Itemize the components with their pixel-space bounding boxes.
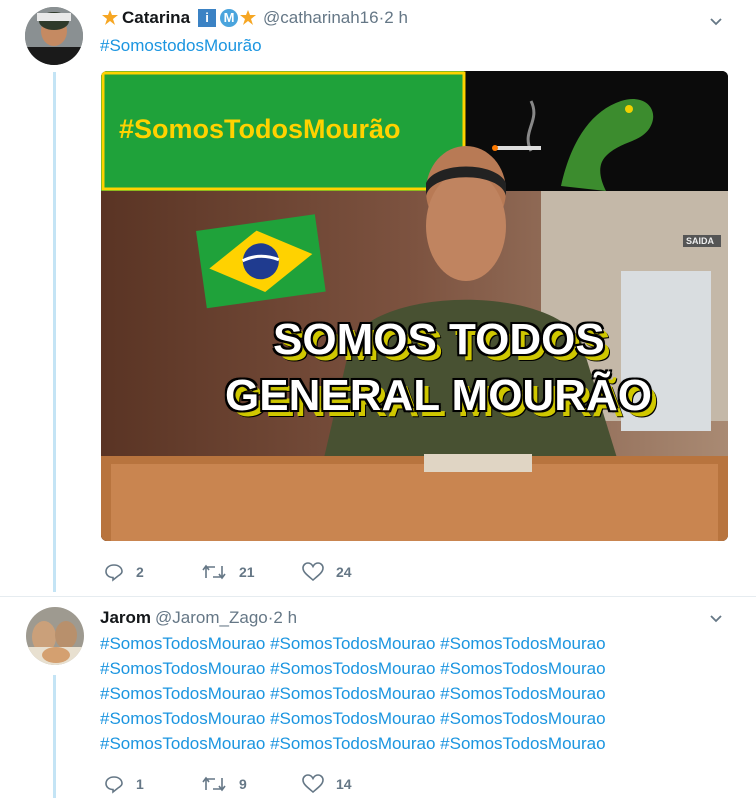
- tweet-time[interactable]: 2 h: [384, 8, 408, 28]
- reply-button[interactable]: 1: [104, 774, 201, 794]
- brazil-flag: [196, 214, 326, 309]
- tweet-text[interactable]: #SomosTodosMourao #SomosTodosMourao #Som…: [100, 631, 606, 756]
- sun-star-icon: [100, 9, 120, 27]
- retweet-count: 9: [239, 776, 247, 792]
- retweet-count: 21: [239, 564, 255, 580]
- media-wall-sign: SAIDA: [686, 236, 715, 246]
- like-count: 24: [336, 564, 352, 580]
- tweet-actions: 1 9 14: [104, 774, 352, 794]
- tweet-media[interactable]: #SomosTodosMourão SAIDA SOMOS TODOS GENE…: [101, 71, 728, 541]
- retweet-icon: [202, 564, 226, 580]
- maria-m-icon: M: [220, 9, 239, 27]
- avatar[interactable]: [26, 607, 84, 665]
- reply-count: 1: [136, 776, 144, 792]
- retweet-button[interactable]: 9: [201, 774, 302, 794]
- tweet-jarom[interactable]: Jarom @Jarom_Zago · 2 h #SomosTodosMoura…: [0, 597, 756, 798]
- info-i-icon: i: [198, 9, 217, 27]
- like-button[interactable]: 24: [302, 562, 352, 582]
- author-name[interactable]: Catarina: [122, 8, 190, 28]
- avatar-image: [25, 7, 83, 65]
- sun-star-icon: [239, 9, 257, 27]
- chevron-down-icon[interactable]: [709, 15, 723, 29]
- text-line: #SomosTodosMourao #SomosTodosMourao #Som…: [100, 734, 606, 753]
- reply-icon: [105, 776, 123, 794]
- author-name[interactable]: Jarom: [100, 608, 151, 628]
- media-banner-text: #SomosTodosMourão: [119, 114, 401, 144]
- media-caption-line2: GENERAL MOURÃO: [225, 371, 652, 420]
- tweet-header: Catarina i M @catharinah16 · 2 h: [100, 8, 408, 28]
- like-count: 14: [336, 776, 352, 792]
- reply-icon: [105, 564, 123, 582]
- reply-button[interactable]: 2: [104, 562, 201, 582]
- text-line: #SomosTodosMourao #SomosTodosMourao #Som…: [100, 709, 606, 728]
- tweet-time[interactable]: 2 h: [273, 608, 297, 628]
- avatar[interactable]: [25, 7, 83, 65]
- text-line: #SomosTodosMourao #SomosTodosMourao #Som…: [100, 659, 606, 678]
- text-line: #SomosTodosMourao #SomosTodosMourao #Som…: [100, 634, 606, 653]
- tweet-text[interactable]: #SomostodosMourão: [100, 33, 262, 58]
- media-caption-line1: SOMOS TODOS: [273, 315, 605, 364]
- retweet-button[interactable]: 21: [201, 562, 302, 582]
- heart-icon: [302, 774, 324, 794]
- author-handle[interactable]: @Jarom_Zago: [155, 608, 268, 628]
- heart-icon: [302, 562, 324, 582]
- tweet-actions: 2 21 24: [104, 562, 352, 582]
- chevron-down-icon[interactable]: [709, 612, 723, 626]
- like-button[interactable]: 14: [302, 774, 352, 794]
- retweet-icon: [202, 776, 226, 792]
- reply-count: 2: [136, 564, 144, 580]
- tweet-catarina[interactable]: Catarina i M @catharinah16 · 2 h #Somost…: [0, 0, 756, 596]
- author-handle[interactable]: @catharinah16: [263, 8, 379, 28]
- avatar-image: [26, 607, 84, 665]
- text-line: #SomosTodosMourao #SomosTodosMourao #Som…: [100, 684, 606, 703]
- tweet-header: Jarom @Jarom_Zago · 2 h: [100, 608, 297, 628]
